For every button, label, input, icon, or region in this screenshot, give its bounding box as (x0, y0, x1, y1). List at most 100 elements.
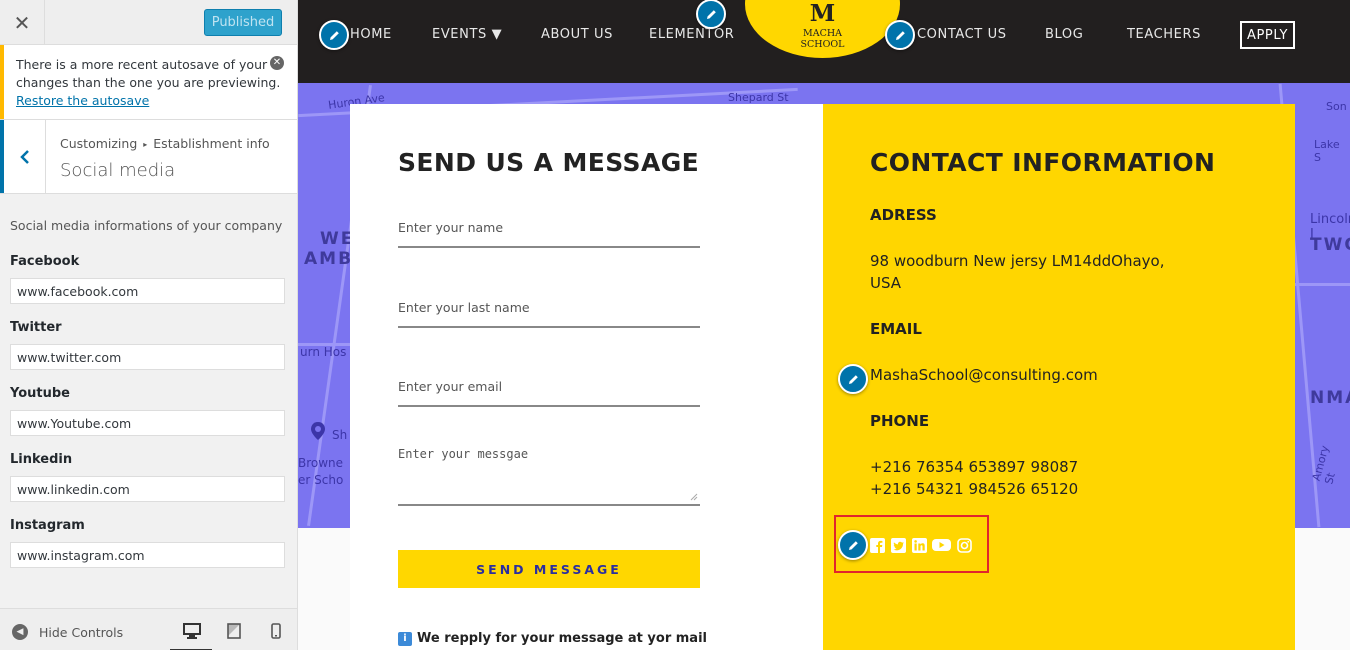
pencil-icon (895, 30, 905, 40)
back-button[interactable] (0, 120, 46, 193)
message-textarea[interactable]: Enter your messgae (398, 447, 700, 506)
phone-text: +216 76354 653897 98087 +216 54321 98452… (870, 456, 1078, 500)
autosave-notice: There is a more recent autosave of your … (0, 45, 297, 119)
address-line-2: USA (870, 274, 902, 292)
send-message-button[interactable]: SEND MESSAGE (398, 550, 700, 588)
customizer-sidebar: ✕ Published There is a more recent autos… (0, 0, 298, 650)
facebook-icon[interactable] (869, 537, 885, 553)
phone-label: PHONE (870, 412, 930, 430)
map-label: urn Hos (300, 345, 347, 359)
phone-1: +216 76354 653897 98087 (870, 458, 1079, 476)
last-name-input[interactable]: Enter your last name (398, 298, 700, 328)
site-preview: HOME EVENTS ▼ ABOUT US ELEMENTOR CONTACT… (298, 0, 1350, 650)
twitter-label: Twitter (10, 320, 62, 335)
map-label: Browne (298, 456, 344, 470)
address-label: ADRESS (870, 206, 937, 224)
tablet-preview-button[interactable] (224, 621, 244, 641)
nav-blog[interactable]: BLOG (1045, 27, 1083, 42)
customizer-footer: ◀ Hide Controls (0, 608, 297, 650)
pencil-icon (848, 374, 858, 384)
map-label: NMA (1310, 388, 1350, 408)
map-label: Sh (332, 428, 348, 442)
email-label: EMAIL (870, 320, 922, 338)
form-title: SEND US A MESSAGE (398, 148, 700, 177)
section-description: Social media informations of your compan… (10, 218, 283, 233)
chevron-left-icon (19, 149, 29, 164)
map-label: Lake S (1314, 138, 1340, 164)
logo-letter: M (809, 0, 836, 27)
breadcrumb-root: Customizing (60, 136, 138, 151)
desktop-icon (183, 623, 201, 639)
map-label: TWO (1310, 235, 1350, 255)
youtube-field[interactable] (10, 410, 285, 436)
youtube-label: Youtube (10, 386, 70, 401)
edit-shortcut-button[interactable] (838, 530, 868, 560)
map-label: Amory St (1309, 444, 1338, 486)
map-label: Shepard St (728, 91, 789, 104)
email-input[interactable]: Enter your email (398, 377, 700, 407)
mobile-icon (271, 623, 281, 639)
section-header: Customizing ▸ Establishment info Social me… (0, 119, 297, 194)
pencil-icon (706, 9, 716, 19)
nav-events[interactable]: EVENTS ▼ (432, 27, 502, 42)
nav-contact-us[interactable]: CONTACT US (917, 27, 1007, 42)
nav-home[interactable]: HOME (350, 27, 392, 42)
map-pin-icon (310, 421, 326, 445)
map-road (1288, 283, 1350, 286)
reply-note: i We repply for your message at yor mail (398, 631, 707, 646)
youtube-icon[interactable] (932, 537, 951, 553)
twitter-icon[interactable] (890, 537, 906, 553)
logo-line-1: MACHA (802, 28, 842, 39)
name-input[interactable]: Enter your name (398, 218, 700, 248)
instagram-label: Instagram (10, 518, 85, 533)
edit-shortcut-button[interactable] (319, 20, 349, 50)
nav-elementor[interactable]: ELEMENTOR (649, 27, 734, 42)
instagram-field[interactable] (10, 542, 285, 568)
address-text: 98 woodburn New jersy LM14ddOhayo, USA (870, 250, 1164, 294)
dismiss-notice-icon[interactable]: ✕ (270, 56, 284, 70)
edit-shortcut-button[interactable] (696, 0, 726, 29)
tablet-icon (227, 623, 241, 639)
map-label: Son (1326, 100, 1347, 113)
edit-shortcut-button[interactable] (885, 20, 915, 50)
social-icons (869, 537, 972, 553)
close-customizer-button[interactable]: ✕ (0, 0, 45, 45)
linkedin-icon[interactable] (911, 537, 927, 553)
breadcrumb-section: Establishment info (153, 136, 270, 151)
site-navbar: HOME EVENTS ▼ ABOUT US ELEMENTOR CONTACT… (298, 0, 1350, 83)
facebook-field[interactable] (10, 278, 285, 304)
facebook-label: Facebook (10, 254, 80, 269)
desktop-preview-button[interactable] (170, 621, 212, 650)
instagram-icon[interactable] (956, 537, 972, 553)
logo-line-2: SCHOOL (800, 39, 845, 50)
map-label: AMB (304, 249, 354, 269)
message-placeholder: Enter your messgae (398, 447, 529, 461)
pencil-icon (848, 540, 858, 550)
restore-autosave-link[interactable]: Restore the autosave (16, 93, 149, 108)
hide-controls-button[interactable]: ◀ Hide Controls (12, 624, 123, 640)
contact-title: CONTACT INFORMATION (870, 148, 1216, 177)
apply-button[interactable]: APPLY (1240, 21, 1295, 49)
email-text: MashaSchool@consulting.com (870, 366, 1098, 384)
publish-button[interactable]: Published (204, 9, 282, 36)
address-line-1: 98 woodburn New jersy LM14ddOhayo, (870, 252, 1165, 270)
breadcrumb: Customizing ▸ Establishment info (60, 136, 270, 151)
edit-shortcut-button[interactable] (838, 364, 868, 394)
school-logo[interactable]: M MACHA SCHOOL (745, 0, 900, 58)
resize-handle-icon[interactable] (690, 493, 698, 501)
twitter-field[interactable] (10, 344, 285, 370)
hide-controls-label: Hide Controls (39, 624, 124, 640)
nav-about-us[interactable]: ABOUT US (541, 27, 613, 42)
linkedin-label: Linkedin (10, 452, 73, 467)
linkedin-field[interactable] (10, 476, 285, 502)
nav-teachers[interactable]: TEACHERS (1127, 27, 1201, 42)
mobile-preview-button[interactable] (266, 621, 286, 641)
section-title: Social media (60, 160, 176, 181)
collapse-icon: ◀ (12, 624, 28, 640)
pencil-icon (329, 30, 339, 40)
breadcrumb-separator-icon: ▸ (143, 140, 148, 149)
autosave-notice-text: There is a more recent autosave of your … (16, 57, 281, 90)
phone-2: +216 54321 984526 65120 (870, 480, 1079, 498)
reply-note-text: We repply for your message at yor mail (417, 631, 707, 646)
logo-text: MACHA SCHOOL (745, 28, 900, 50)
